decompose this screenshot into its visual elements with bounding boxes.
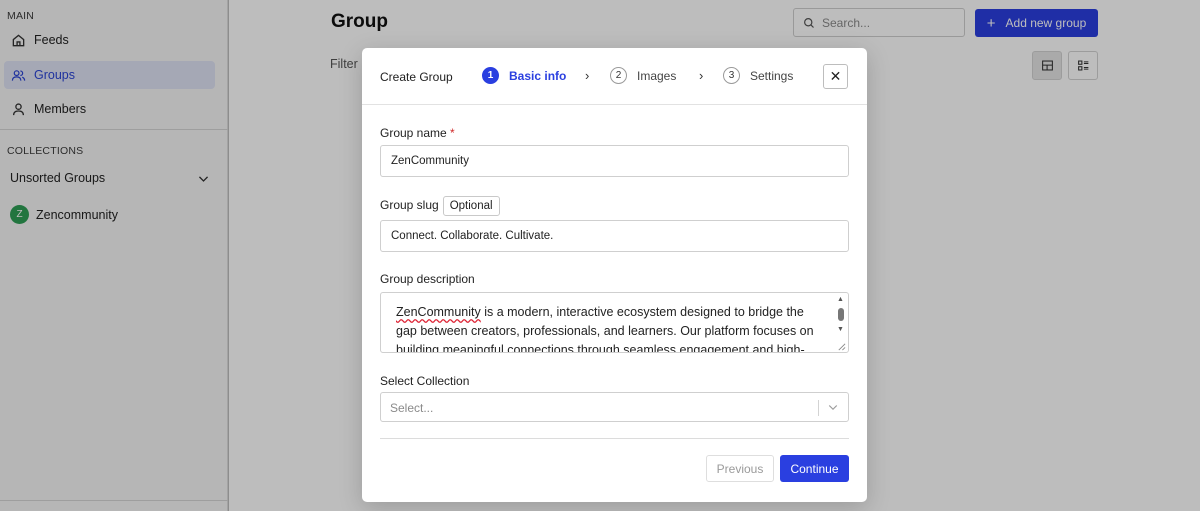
group-description-textarea[interactable]: ZenCommunity is a modern, interactive ec… [380, 292, 849, 353]
step-number: 3 [723, 67, 740, 84]
chevron-down-icon [828, 405, 838, 411]
group-name-label: Group name * [380, 126, 455, 140]
group-name-value: ZenCommunity [391, 155, 469, 167]
optional-badge: Optional [442, 196, 500, 216]
resize-handle-icon[interactable] [837, 342, 846, 351]
chevron-right-icon: › [585, 68, 590, 83]
scroll-up-icon[interactable]: ▲ [837, 296, 844, 303]
step-number: 2 [610, 67, 627, 84]
modal-header: Create Group 1 Basic info › 2 Images › 3… [362, 48, 867, 105]
close-icon: ✕ [829, 68, 842, 84]
modal-title: Create Group [380, 70, 453, 84]
step-number: 1 [482, 67, 499, 84]
required-marker: * [450, 126, 455, 140]
group-slug-label-text: Group slug [380, 198, 439, 213]
step-images[interactable]: 2 Images [610, 67, 676, 84]
scroll-down-icon[interactable]: ▼ [837, 326, 844, 333]
footer-divider [380, 438, 849, 439]
collection-select-placeholder: Select... [390, 401, 434, 415]
group-description-label: Group description [380, 272, 475, 286]
step-label: Images [637, 68, 677, 83]
textarea-scrollbar[interactable]: ▲ ▼ [834, 293, 848, 352]
previous-button[interactable]: Previous [706, 455, 774, 482]
select-separator [818, 400, 819, 416]
close-button[interactable]: ✕ [823, 64, 848, 89]
select-collection-label: Select Collection [380, 374, 470, 388]
group-name-input[interactable]: ZenCommunity [380, 145, 849, 177]
scrollbar-thumb[interactable] [838, 308, 844, 321]
step-label: Basic info [509, 68, 567, 83]
group-slug-input[interactable]: Connect. Collaborate. Cultivate. [380, 220, 849, 252]
spellcheck-word: ZenCommunity [396, 305, 481, 319]
step-basic-info[interactable]: 1 Basic info [482, 67, 566, 84]
step-settings[interactable]: 3 Settings [723, 67, 793, 84]
step-label: Settings [750, 68, 794, 83]
group-slug-label: Group slug Optional [380, 196, 500, 216]
create-group-modal: Create Group 1 Basic info › 2 Images › 3… [362, 48, 867, 502]
continue-button[interactable]: Continue [780, 455, 849, 482]
collection-select[interactable]: Select... [380, 392, 849, 422]
group-slug-value: Connect. Collaborate. Cultivate. [391, 230, 554, 242]
chevron-right-icon: › [699, 68, 704, 83]
group-name-label-text: Group name [380, 126, 447, 140]
group-description-value: ZenCommunity is a modern, interactive ec… [396, 303, 826, 352]
